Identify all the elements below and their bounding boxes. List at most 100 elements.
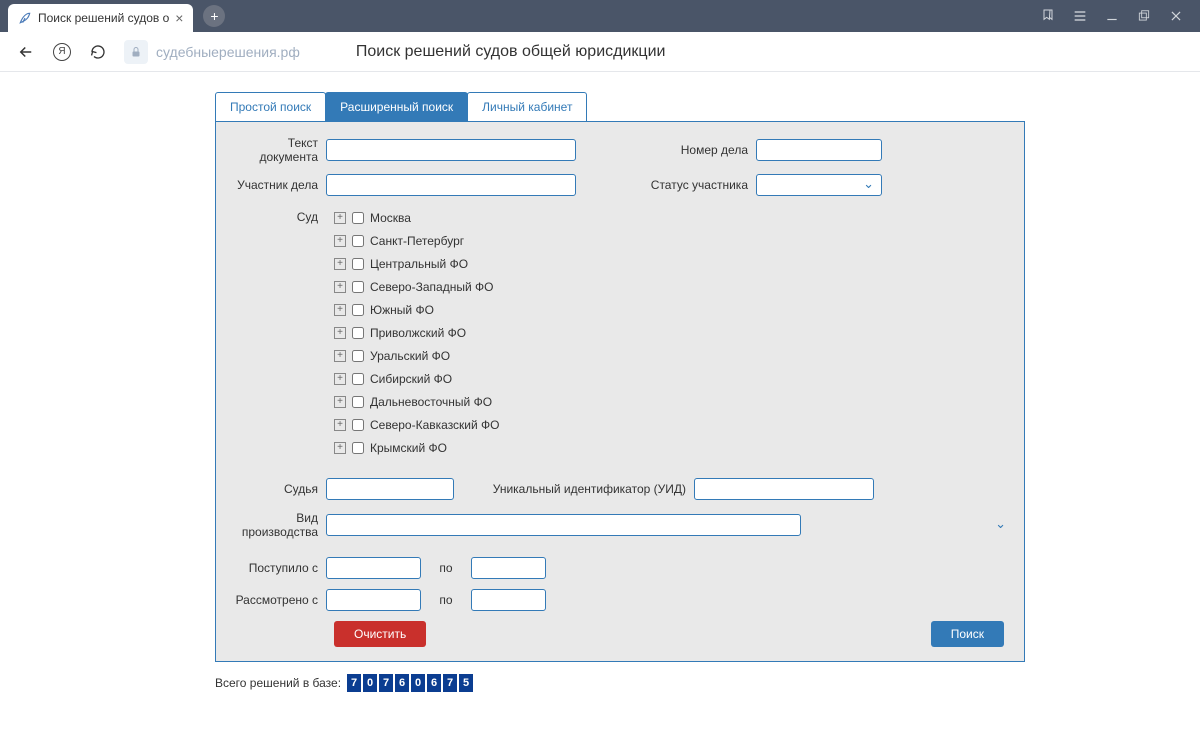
court-tree-item: + Центральный ФО bbox=[334, 252, 500, 275]
tab-close-icon[interactable]: × bbox=[175, 10, 183, 26]
judge-input[interactable] bbox=[326, 478, 454, 500]
court-label: Северо-Кавказский ФО bbox=[370, 418, 500, 432]
court-tree-item: + Москва bbox=[334, 206, 500, 229]
counter-digit: 7 bbox=[379, 674, 393, 692]
url-text: судебныерешения.рф bbox=[156, 44, 300, 60]
expand-icon[interactable]: + bbox=[334, 258, 346, 270]
expand-icon[interactable]: + bbox=[334, 212, 346, 224]
tab-title: Поиск решений судов о bbox=[38, 11, 169, 25]
label-participant: Участник дела bbox=[226, 178, 326, 192]
back-icon[interactable] bbox=[16, 42, 36, 62]
court-checkbox[interactable] bbox=[352, 304, 364, 316]
court-checkbox[interactable] bbox=[352, 281, 364, 293]
label-reviewed-to: по bbox=[421, 593, 471, 607]
expand-icon[interactable]: + bbox=[334, 442, 346, 454]
reload-icon[interactable] bbox=[88, 42, 108, 62]
counter-digit: 6 bbox=[427, 674, 441, 692]
court-label: Южный ФО bbox=[370, 303, 434, 317]
court-label: Сибирский ФО bbox=[370, 372, 452, 386]
bookmarks-icon[interactable] bbox=[1040, 8, 1056, 24]
browser-toolbar: Я судебныерешения.рф Поиск решений судов… bbox=[0, 32, 1200, 72]
court-tree-item: + Уральский ФО bbox=[334, 344, 500, 367]
label-court: Суд bbox=[226, 206, 326, 224]
court-tree: + Москва + Санкт-Петербург + Центральный ФО + С… bbox=[326, 206, 500, 459]
court-label: Центральный ФО bbox=[370, 257, 468, 271]
close-icon[interactable] bbox=[1168, 8, 1184, 24]
label-case-no: Номер дела bbox=[616, 143, 756, 157]
court-label: Крымский ФО bbox=[370, 441, 447, 455]
menu-icon[interactable] bbox=[1072, 8, 1088, 24]
label-doc-text: Текст документа bbox=[226, 136, 326, 164]
expand-icon[interactable]: + bbox=[334, 281, 346, 293]
court-tree-item: + Санкт-Петербург bbox=[334, 229, 500, 252]
court-checkbox[interactable] bbox=[352, 327, 364, 339]
court-checkbox[interactable] bbox=[352, 258, 364, 270]
tab-cabinet[interactable]: Личный кабинет bbox=[467, 92, 587, 121]
doc-text-input[interactable] bbox=[326, 139, 576, 161]
counter-digit: 7 bbox=[443, 674, 457, 692]
expand-icon[interactable]: + bbox=[334, 235, 346, 247]
expand-icon[interactable]: + bbox=[334, 419, 346, 431]
expand-icon[interactable]: + bbox=[334, 350, 346, 362]
court-checkbox[interactable] bbox=[352, 373, 364, 385]
footer: Всего решений в базе: 70760675 bbox=[215, 674, 1025, 692]
page-title: Поиск решений судов общей юрисдикции bbox=[356, 43, 666, 61]
court-checkbox[interactable] bbox=[352, 396, 364, 408]
expand-icon[interactable]: + bbox=[334, 327, 346, 339]
search-button[interactable]: Поиск bbox=[931, 621, 1004, 647]
label-reviewed-from: Рассмотрено с bbox=[226, 593, 326, 607]
court-label: Москва bbox=[370, 211, 411, 225]
court-tree-item: + Сибирский ФО bbox=[334, 367, 500, 390]
expand-icon[interactable]: + bbox=[334, 304, 346, 316]
court-tree-item: + Крымский ФО bbox=[334, 436, 500, 459]
feather-icon bbox=[18, 11, 32, 25]
counter-digit: 0 bbox=[411, 674, 425, 692]
label-received-from: Поступило с bbox=[226, 561, 326, 575]
counter-digit: 6 bbox=[395, 674, 409, 692]
court-checkbox[interactable] bbox=[352, 212, 364, 224]
participant-input[interactable] bbox=[326, 174, 576, 196]
url-box[interactable]: судебныерешения.рф bbox=[124, 40, 300, 64]
counter-digit: 0 bbox=[363, 674, 377, 692]
court-checkbox[interactable] bbox=[352, 442, 364, 454]
court-checkbox[interactable] bbox=[352, 350, 364, 362]
court-label: Уральский ФО bbox=[370, 349, 450, 363]
yandex-icon[interactable]: Я bbox=[52, 42, 72, 62]
case-no-input[interactable] bbox=[756, 139, 882, 161]
received-from-input[interactable] bbox=[326, 557, 421, 579]
court-label: Северо-Западный ФО bbox=[370, 280, 493, 294]
status-select[interactable] bbox=[756, 174, 882, 196]
court-label: Санкт-Петербург bbox=[370, 234, 464, 248]
uid-input[interactable] bbox=[694, 478, 874, 500]
label-uid: Уникальный идентификатор (УИД) bbox=[454, 482, 694, 496]
court-checkbox[interactable] bbox=[352, 419, 364, 431]
reviewed-to-input[interactable] bbox=[471, 589, 546, 611]
counter: 70760675 bbox=[347, 674, 473, 692]
court-label: Дальневосточный ФО bbox=[370, 395, 492, 409]
counter-digit: 5 bbox=[459, 674, 473, 692]
court-checkbox[interactable] bbox=[352, 235, 364, 247]
expand-icon[interactable]: + bbox=[334, 373, 346, 385]
maximize-icon[interactable] bbox=[1136, 8, 1152, 24]
court-tree-item: + Южный ФО bbox=[334, 298, 500, 321]
minimize-icon[interactable] bbox=[1104, 8, 1120, 24]
clear-button[interactable]: Очистить bbox=[334, 621, 426, 647]
tab-simple-search[interactable]: Простой поиск bbox=[215, 92, 326, 121]
court-label: Приволжский ФО bbox=[370, 326, 466, 340]
new-tab-button[interactable]: + bbox=[203, 5, 225, 27]
browser-tab[interactable]: Поиск решений судов о × bbox=[8, 4, 193, 32]
received-to-input[interactable] bbox=[471, 557, 546, 579]
window-titlebar: Поиск решений судов о × + bbox=[0, 0, 1200, 32]
label-status: Статус участника bbox=[616, 178, 756, 192]
expand-icon[interactable]: + bbox=[334, 396, 346, 408]
search-tabs: Простой поиск Расширенный поиск Личный к… bbox=[215, 92, 1025, 121]
tab-advanced-search[interactable]: Расширенный поиск bbox=[325, 92, 468, 121]
proc-type-select[interactable] bbox=[326, 514, 801, 536]
counter-digit: 7 bbox=[347, 674, 361, 692]
footer-label: Всего решений в базе: bbox=[215, 676, 341, 690]
court-tree-item: + Северо-Западный ФО bbox=[334, 275, 500, 298]
lock-icon bbox=[124, 40, 148, 64]
main-content: Простой поиск Расширенный поиск Личный к… bbox=[215, 92, 1025, 692]
label-received-to: по bbox=[421, 561, 471, 575]
reviewed-from-input[interactable] bbox=[326, 589, 421, 611]
